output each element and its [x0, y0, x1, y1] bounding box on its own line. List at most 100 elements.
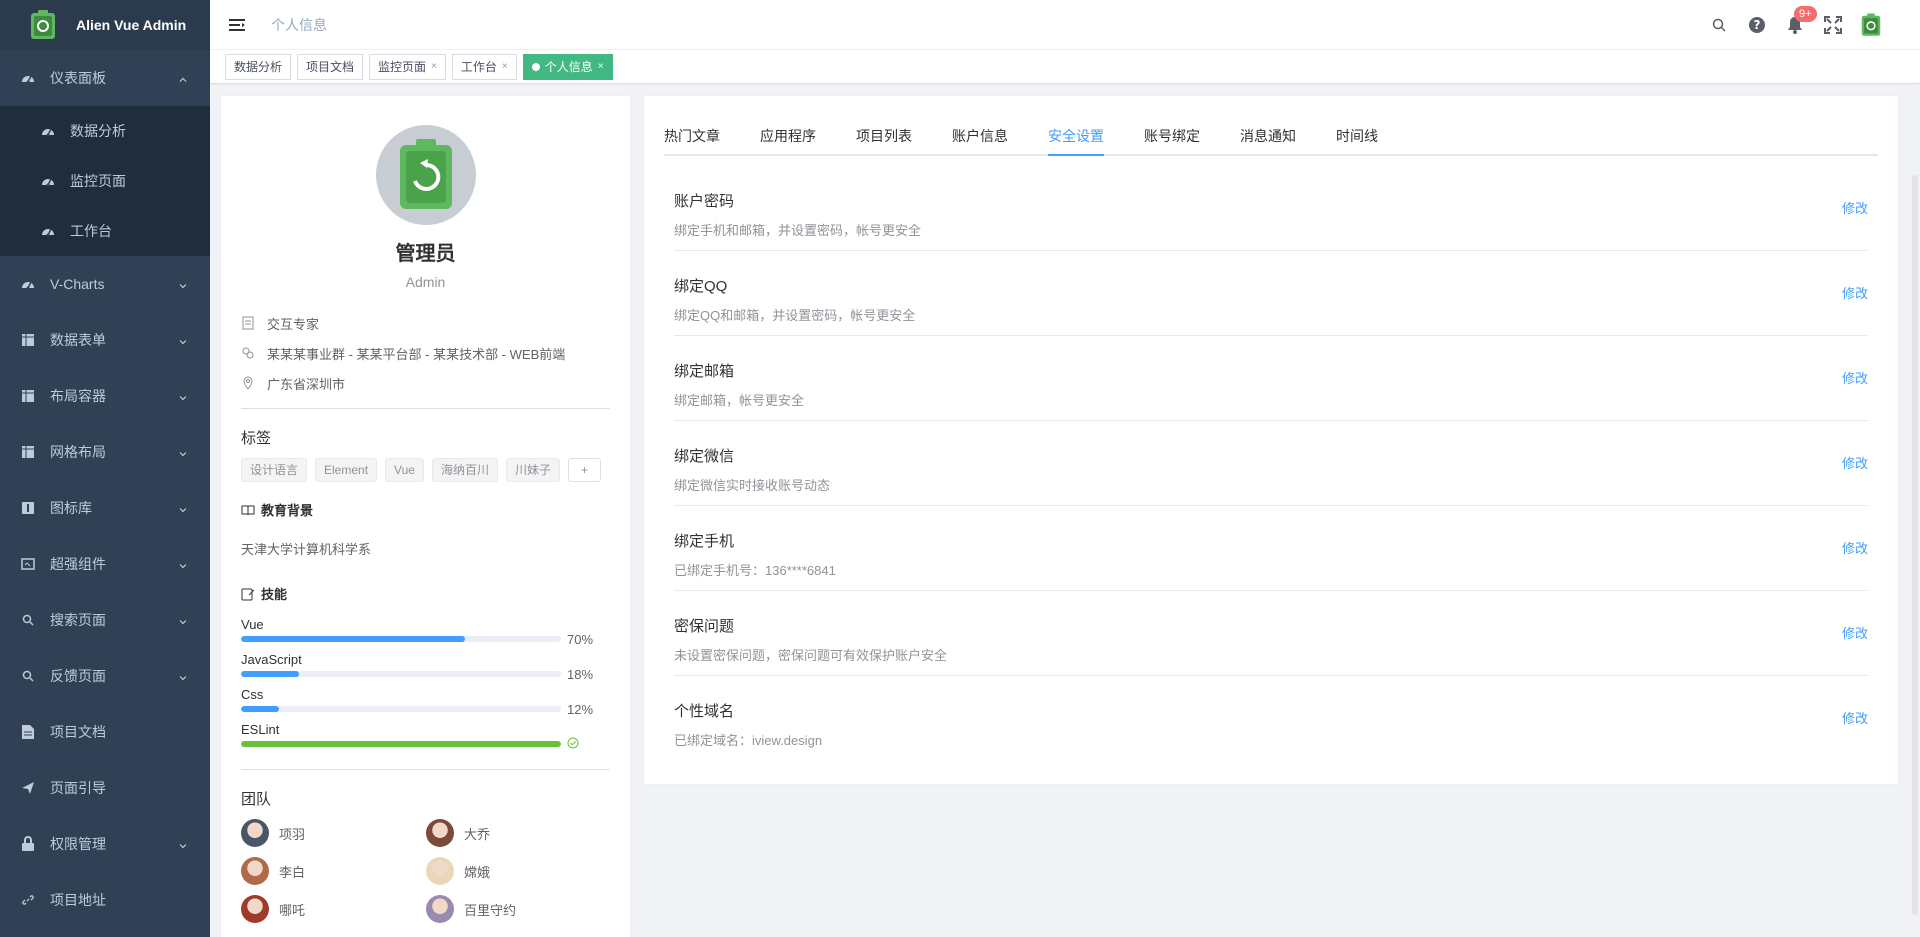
chevron-down-icon	[178, 278, 190, 290]
tag-4[interactable]: 工作台 ×	[451, 53, 517, 80]
modify-link[interactable]: 修改	[1842, 453, 1868, 472]
skill-bar-row: 70%	[241, 632, 610, 647]
sidebar-subitem[interactable]: 工作台	[0, 206, 210, 256]
sidebar-item-label: 图标库	[50, 500, 92, 516]
breadcrumb: 个人信息	[271, 16, 327, 33]
sidebar-subitem[interactable]: 数据分析	[0, 106, 210, 156]
profile-tags: 设计语言 Element Vue 海纳百川 川妹子 +	[241, 458, 610, 482]
skill-name: ESLint	[241, 722, 280, 737]
team-member[interactable]: 项羽	[241, 819, 426, 847]
tab-5[interactable]: 安全设置	[1028, 116, 1124, 156]
team-member[interactable]: 哪吒	[241, 895, 426, 923]
security-item-title: 绑定邮箱	[674, 363, 735, 380]
link-icon	[20, 892, 36, 908]
tab-3[interactable]: 项目列表	[836, 116, 932, 154]
app-logo[interactable]: Alien Vue Admin	[0, 0, 210, 50]
sidebar-item-label: 布局容器	[50, 388, 106, 404]
help-button[interactable]: ?	[1738, 0, 1776, 50]
skill-item: Css 12%	[241, 687, 610, 717]
sidebar-item[interactable]: 网格布局	[0, 424, 210, 480]
app-title: Alien Vue Admin	[76, 17, 187, 33]
skill-item: ESLint	[241, 722, 610, 751]
sidebar-subitem[interactable]: 监控页面	[0, 156, 210, 206]
skill-progress-bar	[241, 671, 561, 677]
tab-4[interactable]: 账户信息	[932, 116, 1028, 154]
security-list: 账户密码 绑定手机和邮箱，并设置密码，帐号更安全 修改 绑定QQ 绑定QQ和邮箱，并设置…	[664, 156, 1878, 761]
modify-link[interactable]: 修改	[1842, 198, 1868, 217]
skill-percent: 12%	[567, 701, 594, 717]
profile-tag[interactable]: 川妹子	[505, 458, 560, 482]
profile-tag[interactable]: 海纳百川	[431, 458, 498, 482]
navbar: 个人信息 ? 9+	[210, 0, 1920, 50]
sidebar-item[interactable]: 反馈页面	[0, 648, 210, 704]
education-text: 天津大学计算机科学系	[241, 542, 372, 557]
add-tag-button[interactable]: +	[567, 458, 601, 482]
team-section-title: 团队	[241, 791, 272, 808]
fullscreen-button[interactable]	[1814, 0, 1852, 50]
scrollbar[interactable]	[1912, 175, 1918, 915]
sidebar-item[interactable]: 超强组件	[0, 536, 210, 592]
sidebar-item[interactable]: V-Charts	[0, 256, 210, 312]
battery-avatar-icon	[399, 139, 452, 209]
modify-link[interactable]: 修改	[1842, 283, 1868, 302]
tag-5[interactable]: 个人信息 ×	[522, 53, 613, 80]
security-item-desc: 已绑定手机号：136****6841	[674, 563, 836, 578]
team-member[interactable]: 大乔	[426, 819, 611, 847]
header-search-button[interactable]	[1700, 0, 1738, 50]
profile-tag[interactable]: Vue	[385, 458, 424, 482]
profile-tag[interactable]: 设计语言	[241, 458, 308, 482]
security-item-title: 绑定手机	[674, 533, 735, 550]
modify-link[interactable]: 修改	[1842, 623, 1868, 642]
tag-label: 个人信息	[544, 59, 593, 74]
component-icon	[20, 556, 36, 572]
tab-1[interactable]: 热门文章	[664, 116, 740, 154]
sidebar-item[interactable]: 页面引导	[0, 760, 210, 816]
sidebar-item[interactable]: 数据表单	[0, 312, 210, 368]
sidebar-item[interactable]: 仪表面板	[0, 50, 210, 106]
tab-7[interactable]: 消息通知	[1220, 116, 1316, 154]
info-title-row: 交互专家	[241, 308, 610, 338]
team-member[interactable]: 嫦娥	[426, 857, 611, 885]
close-icon[interactable]: ×	[431, 55, 437, 79]
team-member[interactable]: 百里守约	[426, 895, 611, 923]
hamburger-icon[interactable]	[227, 15, 247, 35]
sidebar-subitem-label: 数据分析	[70, 123, 126, 139]
sidebar-item-label: 数据表单	[50, 332, 106, 348]
tab-8[interactable]: 时间线	[1316, 116, 1398, 154]
tabs-bar: 热门文章 应用程序 项目列表 账户信息 安全设置 账号绑定 消息通知 时间线	[664, 116, 1878, 156]
modify-link[interactable]: 修改	[1842, 368, 1868, 387]
profile-avatar	[375, 125, 476, 225]
tag-3[interactable]: 监控页面 ×	[369, 53, 446, 80]
team-member[interactable]: 李白	[241, 857, 426, 885]
tag-label: 数据分析	[234, 59, 283, 74]
sidebar-item[interactable]: 项目文档	[0, 704, 210, 760]
chevron-down-icon	[178, 670, 190, 682]
skill-progress-fill	[241, 671, 299, 677]
close-icon[interactable]: ×	[598, 55, 604, 79]
sidebar-item[interactable]: 图标库	[0, 480, 210, 536]
close-icon[interactable]: ×	[502, 55, 508, 79]
security-item: 绑定QQ 绑定QQ和邮箱，并设置密码，帐号更安全 修改	[674, 251, 1868, 336]
sidebar-item[interactable]: 权限管理	[0, 816, 210, 872]
profile-tag[interactable]: Element	[315, 458, 378, 482]
skill-progress-fill	[241, 706, 280, 712]
tag-label: 工作台	[460, 59, 497, 74]
tag-1[interactable]: 数据分析	[225, 53, 292, 80]
notification-button[interactable]: 9+	[1776, 0, 1817, 50]
modify-link[interactable]: 修改	[1842, 538, 1868, 557]
sidebar-item-label: 网格布局	[50, 444, 106, 460]
sidebar-item[interactable]: 布局容器	[0, 368, 210, 424]
tab-2[interactable]: 应用程序	[740, 116, 836, 154]
sidebar-item[interactable]: 项目地址	[0, 872, 210, 928]
sidebar-menu: 仪表面板数据分析监控页面 工作台 V-Charts 数据表单布局容器网格布局图标库超强…	[0, 50, 210, 928]
modify-link[interactable]: 修改	[1842, 708, 1868, 727]
member-avatar	[426, 857, 454, 885]
tab-6[interactable]: 账号绑定	[1124, 116, 1220, 154]
dashboard-icon	[40, 173, 56, 189]
info-location: 广东省深圳市	[267, 376, 346, 392]
user-avatar-button[interactable]	[1852, 0, 1890, 50]
user-name: 管理员	[395, 243, 456, 265]
sidebar-item[interactable]: 搜索页面	[0, 592, 210, 648]
skill-bar-row	[241, 737, 610, 751]
tag-2[interactable]: 项目文档	[297, 53, 364, 80]
